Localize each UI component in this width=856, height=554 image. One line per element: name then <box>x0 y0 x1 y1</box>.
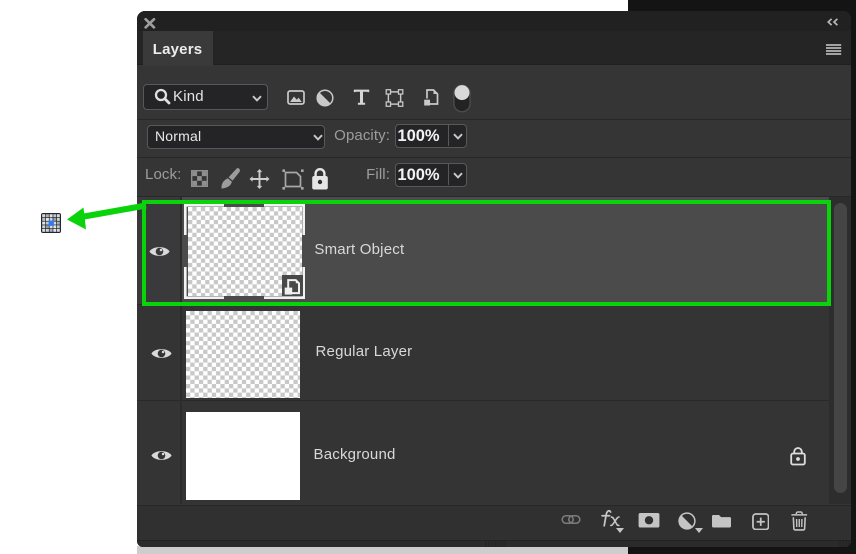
eye-visible-icon[interactable] <box>150 347 172 360</box>
filter-toggle-switch[interactable] <box>453 84 471 113</box>
scrollbar-thumb[interactable] <box>833 202 847 493</box>
layer-thumbnail-background[interactable] <box>185 411 300 500</box>
tab-layers[interactable]: Layers <box>142 31 213 66</box>
opacity-chevron-down-icon[interactable] <box>452 133 463 140</box>
resize-grip-corner[interactable] <box>839 539 850 547</box>
screen: Layers Kind Normal Opacity: 100% Lock: F… <box>0 0 856 554</box>
lock-brush-icon[interactable] <box>220 167 241 190</box>
divider <box>137 118 851 120</box>
divider <box>137 156 851 158</box>
scrollbar-track[interactable] <box>829 196 851 504</box>
filter-smart-object-icon[interactable] <box>422 88 440 107</box>
opacity-field[interactable]: 100% <box>393 123 467 148</box>
blend-chevron-down-icon <box>313 134 323 141</box>
divider <box>447 125 449 146</box>
new-group-folder-icon[interactable] <box>712 514 731 529</box>
lock-position-icon[interactable] <box>249 169 270 189</box>
opacity-value[interactable]: 100% <box>393 125 445 147</box>
adjustment-dropdown-triangle-icon <box>695 527 703 533</box>
background-locked-icon[interactable] <box>789 446 806 466</box>
panel-tab-strip <box>137 31 851 65</box>
layer-row-regular-layer[interactable]: Regular Layer <box>137 305 851 400</box>
panel-title-bar <box>137 11 851 31</box>
lock-label: Lock: <box>145 165 182 183</box>
new-adjustment-layer-icon[interactable] <box>678 512 696 530</box>
filter-kind-value: Kind <box>173 87 204 105</box>
layer-name[interactable]: Regular Layer <box>316 344 413 359</box>
add-layer-mask-icon[interactable] <box>638 513 660 528</box>
panel-drop-shadow <box>137 546 628 554</box>
close-icon[interactable] <box>144 18 156 29</box>
blend-mode-value: Normal <box>155 128 202 144</box>
panel-footer-bar <box>137 505 851 540</box>
filter-type-layer-icon[interactable] <box>353 89 370 105</box>
annotation-highlight-rect <box>141 200 831 306</box>
filter-pixel-layer-icon[interactable] <box>286 89 305 105</box>
layer-row-background[interactable]: Background <box>137 400 851 504</box>
lock-artboard-icon[interactable] <box>281 169 304 190</box>
filter-shape-layer-icon[interactable] <box>385 88 404 107</box>
fx-dropdown-triangle-icon <box>616 527 624 533</box>
resize-grip-center[interactable] <box>485 541 507 547</box>
pixel-grid-icon <box>40 213 61 233</box>
fill-value[interactable]: 100% <box>393 164 445 186</box>
layer-thumbnail-regular-layer[interactable] <box>185 310 300 398</box>
annotation-arrow <box>67 202 147 230</box>
divider <box>447 164 449 185</box>
fill-chevron-down-icon[interactable] <box>452 172 463 179</box>
eye-visible-icon[interactable] <box>150 449 172 462</box>
filter-adjustment-layer-icon[interactable] <box>316 89 334 107</box>
layer-name[interactable]: Background <box>314 447 396 462</box>
kind-chevron-down-icon <box>252 95 262 102</box>
panel-menu-icon[interactable] <box>826 44 842 56</box>
fill-label: Fill: <box>366 165 390 183</box>
collapse-panel-icon[interactable] <box>827 17 839 26</box>
search-icon <box>154 88 171 105</box>
link-layers-icon[interactable] <box>560 514 581 525</box>
lock-transparent-pixels-icon[interactable] <box>191 170 208 187</box>
opacity-label: Opacity: <box>334 126 390 144</box>
new-layer-plus-icon[interactable] <box>751 512 770 531</box>
lock-all-icon[interactable] <box>311 167 329 191</box>
delete-layer-trash-icon[interactable] <box>790 511 809 531</box>
fill-field[interactable]: 100% <box>393 162 467 187</box>
